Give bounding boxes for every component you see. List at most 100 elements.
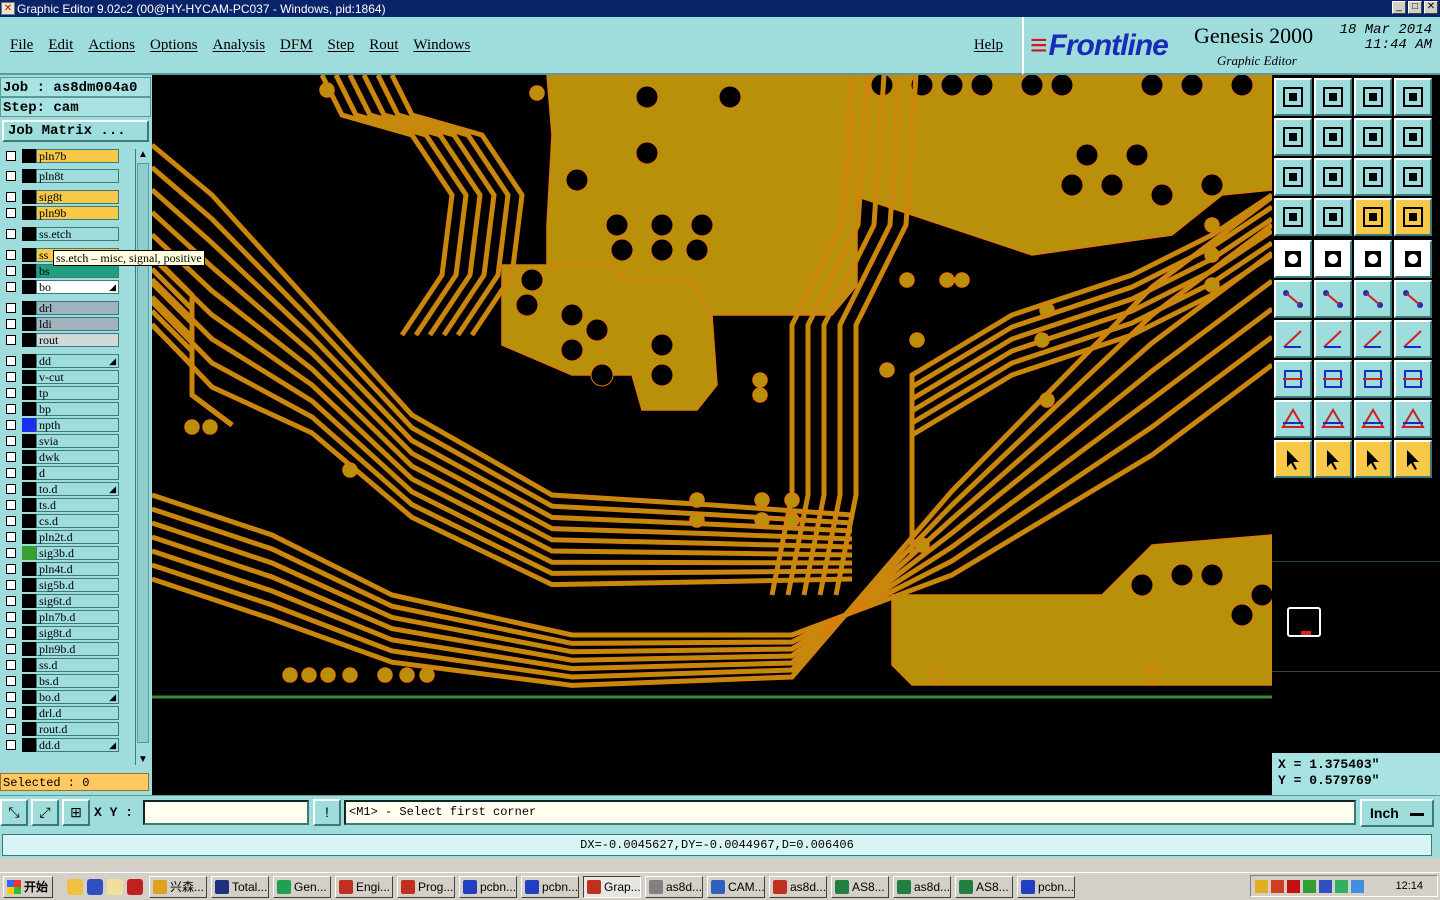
layer-scrollbar[interactable]: ▲ ▼ (135, 149, 149, 765)
layer-name[interactable]: sig8t.d (36, 626, 119, 640)
layer-color-swatch[interactable] (22, 706, 36, 720)
layer-name[interactable]: bo ◢ (36, 280, 119, 294)
layer-row-pln7b-d[interactable]: pln7b.d (0, 610, 135, 624)
fit-page-icon[interactable] (1394, 78, 1432, 116)
layer-color-swatch[interactable] (22, 169, 36, 183)
tray-icon-2[interactable] (1271, 879, 1284, 893)
task-8[interactable]: as8d... (645, 875, 703, 898)
tray-icon-5[interactable] (1335, 879, 1348, 893)
layer-checkbox[interactable] (6, 372, 16, 382)
task-1[interactable]: Total... (211, 875, 269, 898)
layer-color-swatch[interactable] (22, 206, 36, 220)
measure-ruler-icon[interactable] (1354, 240, 1392, 278)
layer-checkbox[interactable] (6, 208, 16, 218)
unit-selector[interactable]: Inch (1360, 799, 1434, 827)
redraw-icon[interactable] (1394, 118, 1432, 156)
layer-name[interactable]: ss.etch (36, 227, 119, 241)
layer-checkbox[interactable] (6, 708, 16, 718)
layer-checkbox[interactable] (6, 319, 16, 329)
layer-row-sig8t-d[interactable]: sig8t.d (0, 626, 135, 640)
menu-dfm[interactable]: DFM (280, 37, 313, 54)
layer-color-swatch[interactable] (22, 466, 36, 480)
layer-row-cs-d[interactable]: cs.d (0, 514, 135, 528)
task-7[interactable]: Grap... (583, 875, 641, 898)
layer-name[interactable]: svia (36, 434, 119, 448)
layer-color-swatch[interactable] (22, 301, 36, 315)
layer-name[interactable]: pln9b.d (36, 642, 119, 656)
measure-line-icon[interactable] (1274, 320, 1312, 358)
layer-row-pln9b-d[interactable]: pln9b.d (0, 642, 135, 656)
layer-checkbox[interactable] (6, 484, 16, 494)
layer-color-swatch[interactable] (22, 386, 36, 400)
menu-analysis[interactable]: Analysis (213, 37, 266, 54)
scroll-up-icon[interactable]: ▲ (138, 149, 148, 160)
task-4[interactable]: Prog... (397, 875, 455, 898)
layer-name[interactable]: bp (36, 402, 119, 416)
layer-checkbox[interactable] (6, 452, 16, 462)
maximize-button[interactable]: □ (1408, 1, 1422, 14)
layer-row-sig8t[interactable]: sig8t (0, 190, 135, 204)
layer-row-svia[interactable]: svia (0, 434, 135, 448)
layer-name[interactable]: dd.d ◢ (36, 738, 119, 752)
layer-row-bs[interactable]: bs (0, 264, 135, 278)
task-9[interactable]: CAM... (707, 875, 765, 898)
layer-name[interactable]: d (36, 466, 119, 480)
arc-icon[interactable] (1354, 320, 1392, 358)
layer-name[interactable]: npth (36, 418, 119, 432)
house-icon[interactable] (1354, 78, 1392, 116)
layer-name[interactable]: bo.d ◢ (36, 690, 119, 704)
layer-color-swatch[interactable] (22, 722, 36, 736)
layer-name[interactable]: drl (36, 301, 119, 315)
layer-checkbox[interactable] (6, 468, 16, 478)
move-icon[interactable] (1314, 240, 1352, 278)
pad-icon[interactable] (1394, 240, 1432, 278)
layer-checkbox[interactable] (6, 548, 16, 558)
layer-color-swatch[interactable] (22, 317, 36, 331)
triangle-b-icon[interactable] (1354, 400, 1392, 438)
line-end-icon[interactable] (1394, 280, 1432, 318)
layer-row-rout-d[interactable]: rout.d (0, 722, 135, 736)
tool-settings-icon[interactable] (1274, 198, 1312, 236)
select-arrow-icon[interactable] (1274, 440, 1312, 478)
clock-app-icon[interactable] (67, 878, 83, 895)
one-to-one-icon[interactable] (1354, 158, 1392, 196)
layer-color-swatch[interactable] (22, 610, 36, 624)
triangle-icon[interactable] (1274, 400, 1312, 438)
layer-checkbox[interactable] (6, 151, 16, 161)
notepad-icon[interactable] (107, 878, 123, 895)
layer-color-swatch[interactable] (22, 738, 36, 752)
layer-color-swatch[interactable] (22, 674, 36, 688)
layer-checkbox[interactable] (6, 628, 16, 638)
layer-row-pln9b[interactable]: pln9b (0, 206, 135, 220)
layer-color-swatch[interactable] (22, 642, 36, 656)
home-view-icon[interactable] (1274, 78, 1312, 116)
triangle-a-icon[interactable] (1314, 400, 1352, 438)
point-icon[interactable] (1274, 360, 1312, 398)
fit-all-icon[interactable] (1274, 158, 1312, 196)
xy-input[interactable] (143, 800, 309, 825)
layer-row-pln7b[interactable]: pln7b (0, 149, 135, 163)
layer-color-swatch[interactable] (22, 280, 36, 294)
layer-row-npth[interactable]: npth (0, 418, 135, 432)
zoom-diag-icon[interactable]: ⤢ (31, 799, 59, 826)
layer-checkbox[interactable] (6, 266, 16, 276)
undo-zoom-icon[interactable] (1354, 118, 1392, 156)
layer-checkbox[interactable] (6, 532, 16, 542)
layer-color-swatch[interactable] (22, 149, 36, 163)
layer-checkbox[interactable] (6, 644, 16, 654)
layer-row-sig5b-d[interactable]: sig5b.d (0, 578, 135, 592)
layer-name[interactable]: dwk (36, 450, 119, 464)
layer-color-swatch[interactable] (22, 402, 36, 416)
layer-name[interactable]: tp (36, 386, 119, 400)
layer-color-swatch[interactable] (22, 370, 36, 384)
feature-icon[interactable] (1394, 320, 1432, 358)
layer-color-swatch[interactable] (22, 690, 36, 704)
probe-icon[interactable] (1314, 198, 1352, 236)
viewport-box[interactable] (1287, 607, 1321, 637)
task-0[interactable]: 兴森... (149, 875, 207, 898)
layer-name[interactable]: sig6t.d (36, 594, 119, 608)
graphic-canvas[interactable] (152, 75, 1272, 795)
layer-color-swatch[interactable] (22, 190, 36, 204)
menu-rout[interactable]: Rout (369, 37, 398, 54)
layer-name[interactable]: pln2t.d (36, 530, 119, 544)
